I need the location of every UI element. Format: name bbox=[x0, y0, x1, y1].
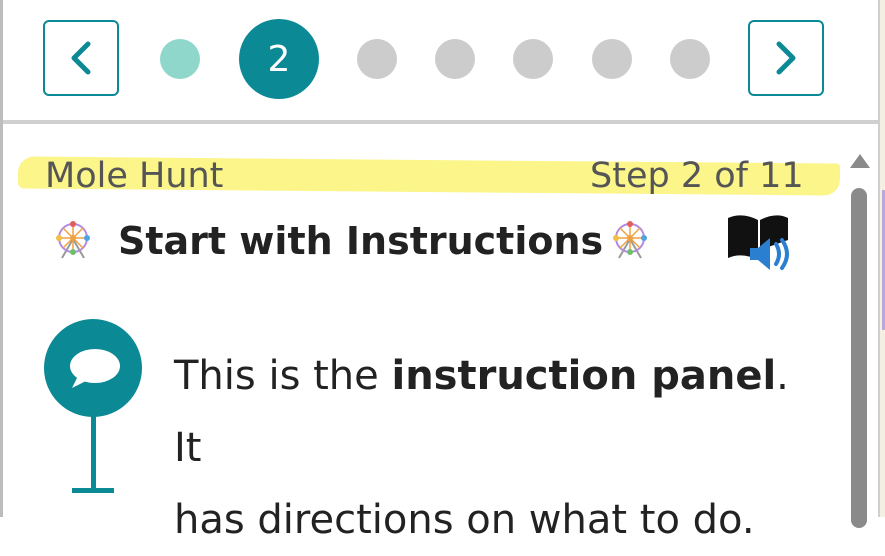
scroll-up-arrow-icon[interactable] bbox=[850, 154, 870, 168]
panel-scrollbar[interactable] bbox=[848, 150, 872, 528]
window-right-edge bbox=[878, 0, 885, 517]
step-dot-7[interactable] bbox=[670, 39, 710, 79]
next-step-button[interactable] bbox=[748, 20, 824, 96]
step-title: Start with Instructions bbox=[118, 219, 604, 263]
speech-pin-icon bbox=[44, 319, 142, 493]
step-dot-current[interactable]: 2 bbox=[239, 19, 319, 99]
instruction-text-line-2: has directions on what to do. bbox=[174, 497, 755, 543]
step-dot-4[interactable] bbox=[435, 39, 475, 79]
step-dot-1[interactable] bbox=[160, 39, 200, 79]
instruction-text-start: This is the bbox=[174, 353, 392, 399]
mission-name: Mole Hunt bbox=[45, 156, 224, 196]
step-dot-6[interactable] bbox=[592, 39, 632, 79]
chevron-right-icon bbox=[776, 41, 796, 75]
step-dot-3[interactable] bbox=[357, 39, 397, 79]
ferris-wheel-icon bbox=[56, 221, 90, 259]
read-aloud-icon[interactable] bbox=[726, 210, 796, 272]
chevron-left-icon bbox=[71, 41, 91, 75]
instruction-emphasis: instruction panel bbox=[391, 353, 777, 399]
ferris-wheel-icon bbox=[613, 221, 647, 259]
scroll-thumb[interactable] bbox=[851, 188, 867, 528]
step-indicator: Step 2 of 11 bbox=[590, 156, 804, 196]
previous-step-button[interactable] bbox=[43, 20, 119, 96]
step-dot-5[interactable] bbox=[513, 39, 553, 79]
instruction-text: This is the instruction panel. It has di… bbox=[174, 340, 824, 556]
step-navigation: 2 bbox=[3, 0, 878, 120]
